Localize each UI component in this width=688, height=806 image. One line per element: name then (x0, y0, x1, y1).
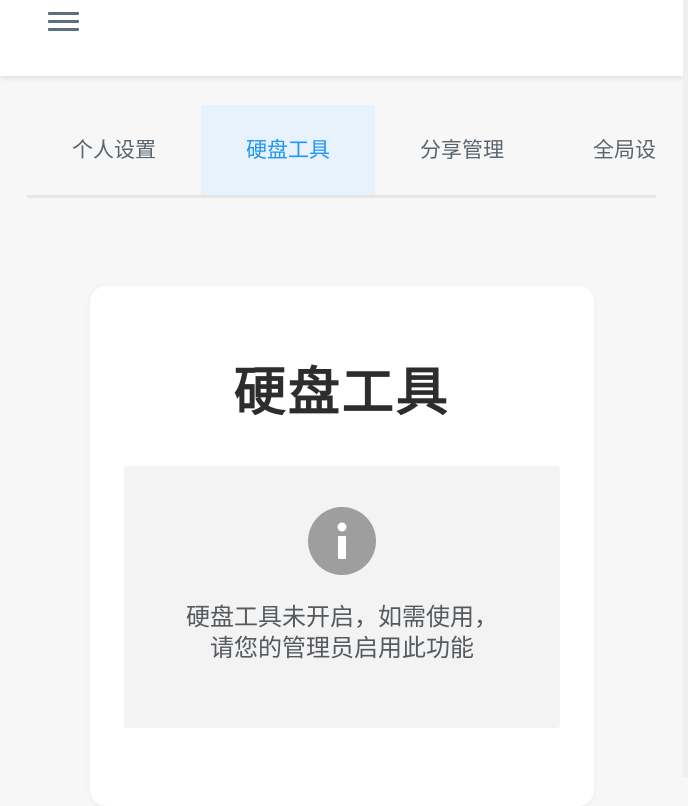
settings-tab-bar: 个人设置 硬盘工具 分享管理 全局设 (27, 105, 656, 198)
tab-disk-tools[interactable]: 硬盘工具 (201, 105, 375, 195)
disabled-notice: 硬盘工具未开启，如需使用， 请您的管理员启用此功能 (124, 466, 560, 728)
disk-tools-card: 硬盘工具 硬盘工具未开启，如需使用， 请您的管理员启用此功能 (90, 286, 594, 806)
info-icon (308, 507, 376, 575)
notice-line-2: 请您的管理员启用此功能 (210, 634, 474, 662)
tab-share-management[interactable]: 分享管理 (375, 105, 549, 195)
notice-message: 硬盘工具未开启，如需使用， 请您的管理员启用此功能 (124, 602, 560, 664)
scrollbar[interactable] (683, 0, 688, 777)
notice-line-1: 硬盘工具未开启，如需使用， (186, 603, 498, 631)
tab-personal-settings[interactable]: 个人设置 (27, 105, 201, 195)
page-title: 硬盘工具 (233, 363, 450, 423)
hamburger-menu-icon[interactable] (44, 8, 84, 38)
top-app-bar (0, 0, 683, 76)
tab-global-settings[interactable]: 全局设 (549, 105, 656, 195)
